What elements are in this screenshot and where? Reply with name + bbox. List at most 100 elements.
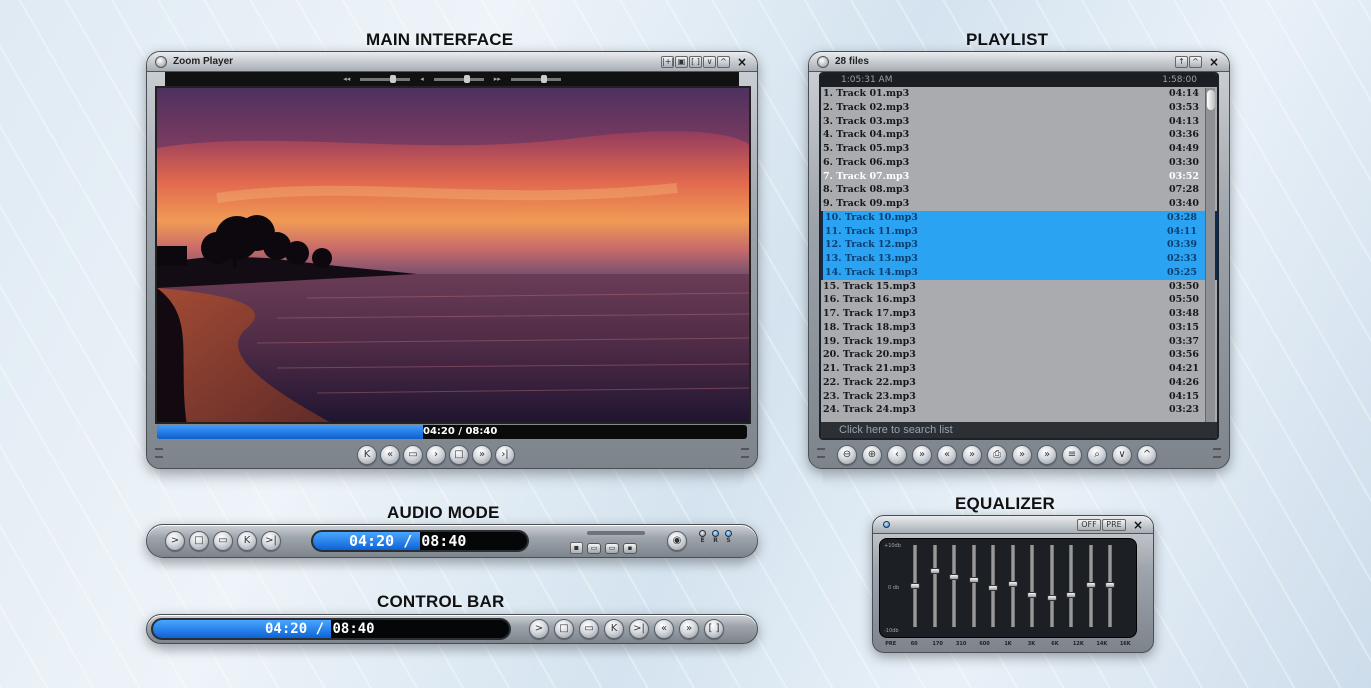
stop-button[interactable]: □	[449, 445, 469, 465]
playlist-track-row[interactable]: 18. Track 18.mp3 03:15	[821, 321, 1217, 335]
playlist-search-field[interactable]: Click here to search list	[821, 422, 1217, 438]
audio-playlist-toggle[interactable]: ▭	[587, 542, 601, 554]
equalizer-titlebar[interactable]: OFF PRE ×	[873, 516, 1153, 534]
eq-band-knob[interactable]	[1027, 592, 1037, 599]
playlist-track-row[interactable]: 9. Track 09.mp3 03:40	[821, 197, 1217, 211]
control-fullscreen-button[interactable]: [ ]	[704, 619, 724, 639]
playlist-track-row[interactable]: 12. Track 12.mp3 03:39	[821, 238, 1217, 252]
eq-band-knob[interactable]	[910, 583, 920, 589]
eq-band-slider[interactable]	[1007, 545, 1018, 627]
play-button[interactable]: ›	[426, 445, 446, 465]
audio-options-toggle[interactable]: ▪	[623, 542, 637, 554]
playlist-track-row[interactable]: 17. Track 17.mp3 03:48	[821, 307, 1217, 321]
equalizer-close-icon[interactable]: ×	[1129, 516, 1147, 534]
eq-band-slider[interactable]	[910, 545, 920, 627]
playlist-track-row[interactable]: 15. Track 15.mp3 03:50	[821, 280, 1217, 294]
playlist-track-list[interactable]: 1:05:31 AM 1:58:00 1. Track 01.mp3 04:14 2…	[819, 72, 1219, 440]
audio-mode-switch-button[interactable]: ◉	[667, 531, 687, 551]
control-play-button[interactable]: >	[529, 619, 549, 639]
eq-band-knob[interactable]	[1046, 595, 1057, 602]
eq-band-knob[interactable]	[1085, 582, 1096, 589]
playlist-track-row[interactable]: 2. Track 02.mp3 03:53	[821, 101, 1217, 115]
playlist-tool-button[interactable]: ⎙	[987, 445, 1007, 465]
eq-band-slider[interactable]	[968, 545, 979, 627]
playlist-track-row[interactable]: 24. Track 24.mp3 03:23	[821, 403, 1217, 417]
fit-window-button[interactable]: |+|	[661, 55, 674, 68]
playlist-tool-button[interactable]: ⊕	[862, 445, 882, 465]
control-previous-button[interactable]: K	[604, 619, 624, 639]
eq-band-slider[interactable]	[1046, 545, 1057, 627]
playlist-close-icon[interactable]: ×	[1205, 53, 1223, 71]
playlist-titlebar[interactable]: 28 files ↑ ^ ×	[809, 52, 1229, 72]
eq-band-slider[interactable]	[1066, 545, 1076, 627]
control-stop-button[interactable]: □	[554, 619, 574, 639]
playlist-track-row[interactable]: 1. Track 01.mp3 04:14	[821, 87, 1217, 101]
audio-next-button[interactable]: >|	[261, 531, 281, 551]
control-rewind-button[interactable]: «	[654, 619, 674, 639]
audio-volume-slider[interactable]	[587, 531, 645, 535]
eq-band-slider[interactable]	[1105, 545, 1115, 627]
eq-band-slider[interactable]	[1085, 545, 1096, 627]
control-open-button[interactable]: ▭	[579, 619, 599, 639]
video-display[interactable]	[155, 86, 751, 424]
equalizer-power-led[interactable]	[883, 521, 890, 528]
control-time-display[interactable]: 04:20 / 08:40	[151, 618, 511, 640]
minimize-button[interactable]: ∨	[703, 55, 716, 68]
led-e[interactable]: E	[699, 530, 706, 544]
playlist-track-row[interactable]: 4. Track 04.mp3 03:36	[821, 128, 1217, 142]
playlist-track-row[interactable]: 23. Track 23.mp3 04:15	[821, 390, 1217, 404]
playlist-menu-icon[interactable]	[817, 55, 829, 68]
playlist-tool-button[interactable]: ⌕	[1087, 445, 1107, 465]
eq-band-slider[interactable]	[949, 545, 959, 627]
eq-band-knob[interactable]	[1105, 582, 1115, 589]
fullscreen-button[interactable]: [ ]	[689, 55, 702, 68]
playlist-track-row[interactable]: 13. Track 13.mp3 02:33	[821, 252, 1217, 266]
playlist-tool-button[interactable]: »	[912, 445, 932, 465]
playlist-tool-button[interactable]: ‹	[887, 445, 907, 465]
playlist-left-grip[interactable]	[817, 448, 825, 458]
close-icon[interactable]: ×	[733, 53, 751, 71]
playlist-track-row[interactable]: 7. Track 07.mp3 03:52	[821, 170, 1217, 184]
playlist-track-row[interactable]: 10. Track 10.mp3 03:28	[821, 210, 1217, 225]
audio-open-button[interactable]: ▭	[213, 531, 233, 551]
playlist-track-row[interactable]: 3. Track 03.mp3 04:13	[821, 115, 1217, 129]
playlist-track-row[interactable]: 14. Track 14.mp3 05:25	[821, 265, 1217, 280]
equalizer-preset-button[interactable]: PRE	[1102, 518, 1126, 531]
audio-eq-toggle[interactable]: ▪	[570, 542, 583, 554]
left-resize-grip[interactable]	[155, 448, 163, 458]
playlist-tool-button[interactable]: ⊖	[837, 445, 857, 465]
led-s[interactable]: S	[725, 530, 732, 544]
playlist-collapse-button[interactable]: ^	[1189, 55, 1202, 68]
playlist-sort-button[interactable]: ↑	[1175, 55, 1188, 68]
eq-band-knob[interactable]	[949, 573, 959, 580]
playlist-track-row[interactable]: 19. Track 19.mp3 03:37	[821, 335, 1217, 349]
playlist-tool-button[interactable]: »	[1012, 445, 1032, 465]
audio-video-toggle[interactable]: ▭	[605, 542, 619, 554]
playlist-track-row[interactable]: 6. Track 06.mp3 03:30	[821, 156, 1217, 170]
control-next-button[interactable]: >|	[629, 619, 649, 639]
playlist-scrollbar[interactable]	[1205, 88, 1215, 438]
main-titlebar[interactable]: Zoom Player |+| ▣ [ ] ∨ ^ ×	[147, 52, 757, 72]
next-chapter-button[interactable]: ›|	[495, 445, 515, 465]
eq-band-knob[interactable]	[1007, 581, 1018, 588]
playlist-track-row[interactable]: 20. Track 20.mp3 03:56	[821, 348, 1217, 362]
rewind-button[interactable]: «	[380, 445, 400, 465]
playlist-scroll-thumb[interactable]	[1207, 90, 1215, 110]
open-file-button[interactable]: ▭	[403, 445, 423, 465]
eq-band-knob[interactable]	[988, 584, 998, 591]
right-resize-grip[interactable]	[741, 448, 749, 458]
playlist-right-grip[interactable]	[1213, 448, 1221, 458]
speed-slider[interactable]	[510, 74, 561, 83]
audio-previous-button[interactable]: K	[237, 531, 257, 551]
playlist-tool-button[interactable]: »	[1037, 445, 1057, 465]
audio-play-button[interactable]: >	[165, 531, 185, 551]
window-menu-icon[interactable]	[155, 55, 167, 68]
seek-progress-bar[interactable]: 04:20 / 08:40	[157, 425, 747, 439]
playlist-track-row[interactable]: 22. Track 22.mp3 04:26	[821, 376, 1217, 390]
eq-band-knob[interactable]	[1066, 592, 1076, 599]
playlist-track-row[interactable]: 8. Track 08.mp3 07:28	[821, 183, 1217, 197]
aspect-button[interactable]: ▣	[675, 55, 688, 68]
previous-chapter-button[interactable]: K	[357, 445, 377, 465]
playlist-tool-button[interactable]: ≡	[1062, 445, 1082, 465]
playlist-tool-button[interactable]: ^	[1137, 445, 1157, 465]
